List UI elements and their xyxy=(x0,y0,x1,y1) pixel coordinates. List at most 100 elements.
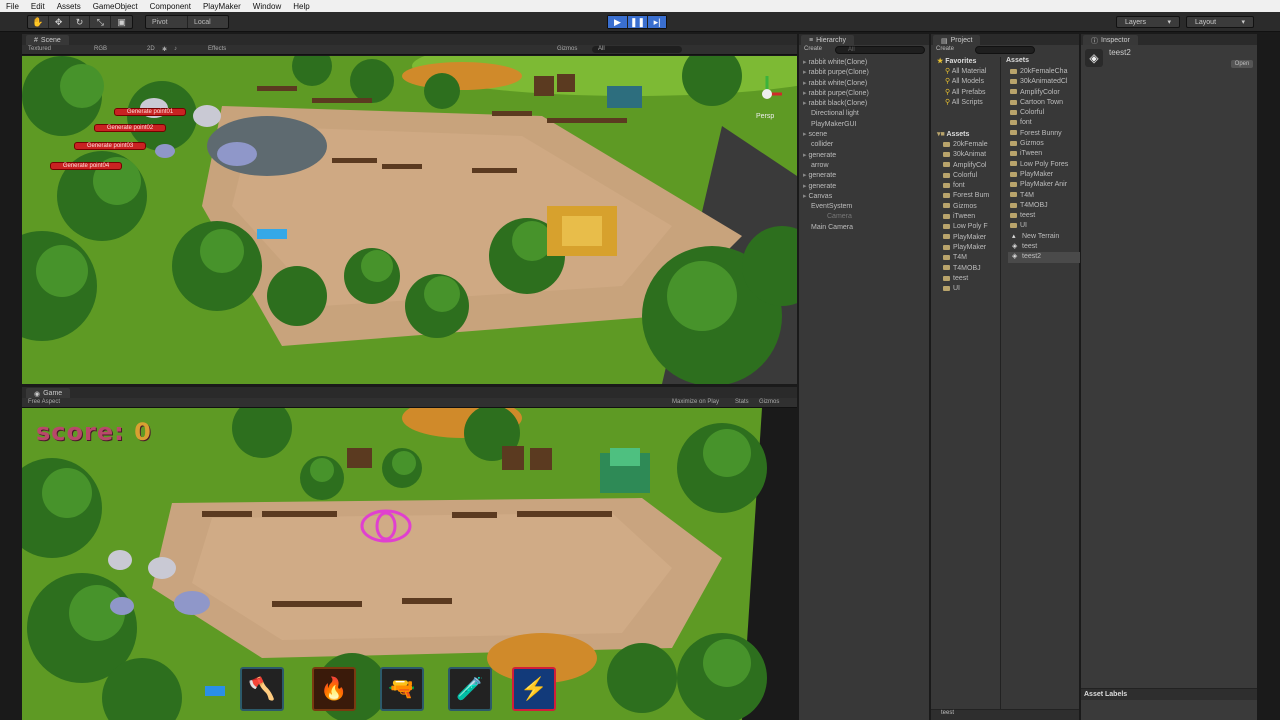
hierarchy-item[interactable]: generate xyxy=(801,171,927,181)
scene-search-input[interactable]: All xyxy=(592,46,682,53)
asset-item[interactable]: ▴ New Terrain xyxy=(1008,232,1080,242)
render-mode-dropdown[interactable]: RGB xyxy=(94,46,107,52)
asset-item[interactable]: 20kFemaleCha xyxy=(1008,67,1080,77)
assets-tree-item[interactable]: 20kFemale xyxy=(941,140,1001,150)
maximize-on-play-toggle[interactable]: Maximize on Play xyxy=(672,399,719,405)
menu-item-window[interactable]: Window xyxy=(247,2,287,11)
hierarchy-item[interactable]: Directional light xyxy=(801,109,927,119)
assets-tree-item[interactable]: 30kAnimat xyxy=(941,150,1001,160)
asset-item[interactable]: Gizmos xyxy=(1008,139,1080,149)
assets-tree-item[interactable]: iTween xyxy=(941,212,1001,222)
assets-tree-item[interactable]: teest xyxy=(941,274,1001,284)
menu-item-edit[interactable]: Edit xyxy=(25,2,51,11)
favorites-item[interactable]: ⚲ All Prefabs xyxy=(943,88,1001,98)
generate-button-1[interactable]: Generate point01 xyxy=(114,108,186,116)
assets-tree-item[interactable]: PlayMaker xyxy=(941,233,1001,243)
asset-item[interactable]: UI xyxy=(1008,221,1080,231)
favorites-item[interactable]: ⚲ All Models xyxy=(943,77,1001,87)
menu-item-file[interactable]: File xyxy=(0,2,25,11)
play-icon[interactable]: ▶ xyxy=(608,16,628,28)
asset-item[interactable]: PlayMaker xyxy=(1008,170,1080,180)
scale-tool-icon[interactable]: ⤡ xyxy=(90,16,112,28)
hierarchy-item[interactable]: rabbit purpe(Clone) xyxy=(801,68,927,78)
lighting-icon[interactable]: ✱ xyxy=(162,46,167,53)
hierarchy-item[interactable]: rabbit purpe(Clone) xyxy=(801,89,927,99)
hierarchy-item[interactable]: rabbit white(Clone) xyxy=(801,58,927,68)
asset-item[interactable]: 30kAnimatedCl xyxy=(1008,77,1080,87)
hierarchy-item[interactable]: rabbit white(Clone) xyxy=(801,79,927,89)
asset-item[interactable]: Colorful xyxy=(1008,108,1080,118)
hierarchy-item[interactable]: Canvas xyxy=(801,192,927,202)
rifle-icon[interactable]: 🔫 xyxy=(380,667,424,711)
asset-item[interactable]: Forest Bunny xyxy=(1008,129,1080,139)
shading-dropdown[interactable]: Textured xyxy=(28,46,51,52)
favorites-item[interactable]: ⚲ All Scripts xyxy=(943,98,1001,108)
favorites-header[interactable]: ★ Favorites xyxy=(937,57,976,65)
assets-tree-header[interactable]: ▾■ Assets xyxy=(937,130,969,138)
asset-labels-header[interactable]: Asset Labels xyxy=(1081,688,1257,700)
menu-item-playmaker[interactable]: PlayMaker xyxy=(197,2,247,11)
2d-toggle[interactable]: 2D xyxy=(147,46,155,52)
fire-icon[interactable]: 🔥 xyxy=(312,667,356,711)
rotate-tool-icon[interactable]: ↻ xyxy=(70,16,91,28)
layout-dropdown[interactable]: Layout ▾ xyxy=(1186,16,1254,28)
asset-item[interactable]: font xyxy=(1008,118,1080,128)
menu-item-help[interactable]: Help xyxy=(287,2,315,11)
audio-icon[interactable]: ♪ xyxy=(174,46,177,52)
pivot-button[interactable]: Pivot xyxy=(146,16,188,28)
asset-item[interactable]: AmplifyColor xyxy=(1008,88,1080,98)
asset-item[interactable]: iTween xyxy=(1008,149,1080,159)
hierarchy-create-button[interactable]: Create xyxy=(804,46,822,52)
assets-tree-item[interactable]: UI xyxy=(941,284,1001,294)
hierarchy-item[interactable]: EventSystem xyxy=(801,202,927,212)
axe-icon[interactable]: 🪓 xyxy=(240,667,284,711)
stats-toggle[interactable]: Stats xyxy=(735,399,749,405)
assets-tree-item[interactable]: T4M xyxy=(941,253,1001,263)
local-button[interactable]: Local xyxy=(188,16,228,28)
generate-button-2[interactable]: Generate point02 xyxy=(94,124,166,132)
hierarchy-item[interactable]: arrow xyxy=(801,161,927,171)
asset-item[interactable]: ◈ teest xyxy=(1008,242,1080,252)
step-icon[interactable]: ▸| xyxy=(648,16,666,28)
hierarchy-item[interactable]: rabbit black(Clone) xyxy=(801,99,927,109)
hierarchy-search-input[interactable]: All xyxy=(835,46,925,54)
assets-tree-item[interactable]: T4MOBJ xyxy=(941,264,1001,274)
assets-tree-item[interactable]: PlayMaker xyxy=(941,243,1001,253)
hierarchy-item[interactable]: generate xyxy=(801,151,927,161)
lightning-icon[interactable]: ⚡ xyxy=(512,667,556,711)
asset-item[interactable]: PlayMaker Anir xyxy=(1008,180,1080,190)
rect-tool-icon[interactable]: ▣ xyxy=(111,16,132,28)
open-button[interactable]: Open xyxy=(1231,60,1253,68)
generate-button-4[interactable]: Generate point04 xyxy=(50,162,122,170)
hierarchy-item[interactable]: scene xyxy=(801,130,927,140)
assets-tree-item[interactable]: Gizmos xyxy=(941,202,1001,212)
asset-item[interactable]: T4MOBJ xyxy=(1008,201,1080,211)
scene-view[interactable]: Generate point01 Generate point02 Genera… xyxy=(22,56,797,384)
persp-label[interactable]: Persp xyxy=(756,113,774,120)
assets-tree-item[interactable]: AmplifyCol xyxy=(941,161,1001,171)
assets-breadcrumb[interactable]: Assets xyxy=(1006,57,1029,64)
potion-icon[interactable]: 🧪 xyxy=(448,667,492,711)
hand-tool-icon[interactable]: ✋ xyxy=(28,16,49,28)
project-search-input[interactable] xyxy=(975,46,1035,54)
assets-tree-item[interactable]: Low Poly F xyxy=(941,222,1001,232)
menu-item-component[interactable]: Component xyxy=(144,2,197,11)
layers-dropdown[interactable]: Layers ▾ xyxy=(1116,16,1180,28)
hierarchy-item[interactable]: generate xyxy=(801,182,927,192)
generate-button-3[interactable]: Generate point03 xyxy=(74,142,146,150)
asset-item[interactable]: Low Poly Fores xyxy=(1008,160,1080,170)
hierarchy-item[interactable]: Main Camera xyxy=(801,223,927,233)
project-create-button[interactable]: Create xyxy=(936,46,954,52)
asset-item[interactable]: Cartoon Town xyxy=(1008,98,1080,108)
assets-tree-item[interactable]: Forest Bum xyxy=(941,191,1001,201)
effects-dropdown[interactable]: Effects xyxy=(208,46,226,52)
assets-tree-item[interactable]: font xyxy=(941,181,1001,191)
game-gizmos-dropdown[interactable]: Gizmos xyxy=(759,399,779,405)
aspect-dropdown[interactable]: Free Aspect xyxy=(28,399,60,405)
gizmos-dropdown[interactable]: Gizmos xyxy=(557,46,577,52)
asset-item[interactable]: teest xyxy=(1008,211,1080,221)
asset-item[interactable]: ◈ teest2 xyxy=(1008,252,1080,263)
move-tool-icon[interactable]: ✥ xyxy=(49,16,70,28)
hierarchy-item[interactable]: PlayMakerGUI xyxy=(801,120,927,130)
assets-tree-item[interactable]: Colorful xyxy=(941,171,1001,181)
